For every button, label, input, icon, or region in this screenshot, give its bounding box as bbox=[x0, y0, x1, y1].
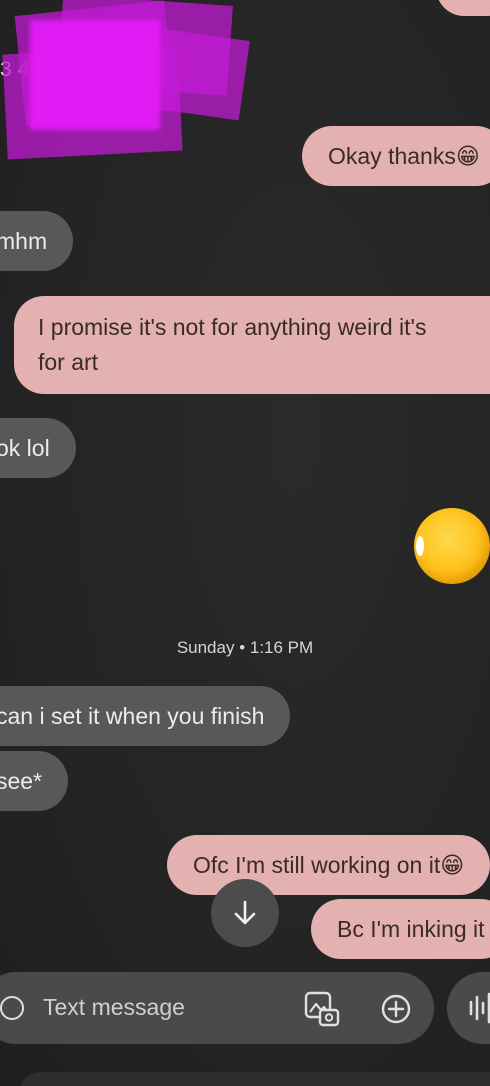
redaction-scribble bbox=[0, 0, 250, 165]
incoming-message[interactable]: can i set it when you finish bbox=[0, 686, 291, 746]
emoji-icon[interactable] bbox=[0, 996, 24, 1020]
voice-record-button[interactable] bbox=[447, 972, 490, 1044]
bottom-panel-edge bbox=[20, 1072, 490, 1086]
outgoing-message[interactable]: I promise it's not for anything weird it… bbox=[14, 296, 490, 394]
emoji-message-icon[interactable] bbox=[414, 508, 490, 584]
incoming-message[interactable]: ok lol bbox=[0, 418, 76, 478]
message-composer[interactable]: Text message bbox=[0, 972, 434, 1044]
incoming-message[interactable]: mhm bbox=[0, 211, 74, 271]
outgoing-message[interactable]: Ofc I'm still working on it😁 bbox=[167, 835, 490, 895]
arrow-down-icon bbox=[234, 900, 256, 925]
outgoing-bubble-partial[interactable] bbox=[436, 0, 490, 16]
incoming-message[interactable]: see* bbox=[0, 751, 69, 811]
scroll-to-bottom-button[interactable] bbox=[211, 879, 279, 947]
message-input[interactable]: Text message bbox=[43, 994, 185, 1021]
outgoing-message[interactable]: Okay thanks😁 bbox=[302, 126, 490, 186]
outgoing-message[interactable]: Bc I'm inking it bbox=[311, 899, 490, 959]
message-timestamp: Sunday • 1:16 PM bbox=[176, 638, 314, 657]
gallery-icon[interactable] bbox=[303, 990, 341, 1028]
plus-icon[interactable] bbox=[380, 993, 412, 1025]
voice-icon bbox=[469, 992, 490, 1024]
conversation-screen: 3 4 Okay thanks😁 mhm I promise it's not … bbox=[0, 0, 490, 1086]
